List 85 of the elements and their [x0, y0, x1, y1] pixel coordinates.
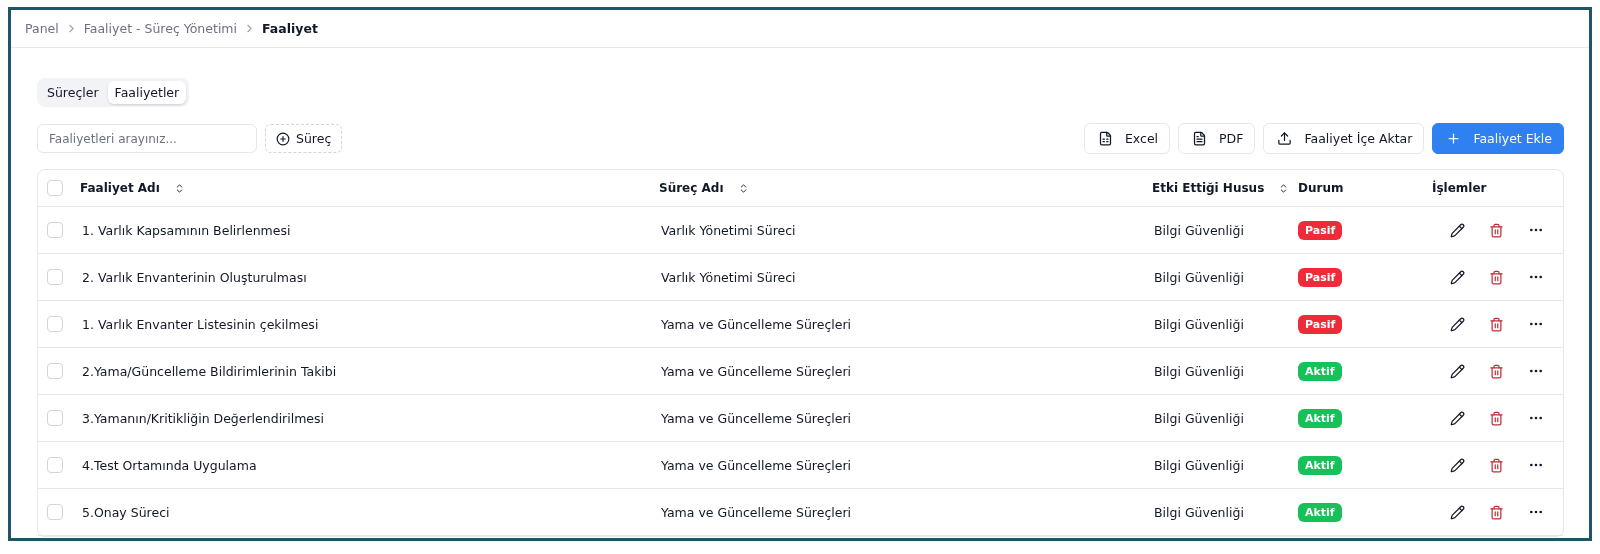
table-cell-text: 3.Yamanın/Kritikliğin Değerlendirilmesi: [81, 410, 326, 426]
edit-button[interactable]: [1450, 457, 1465, 473]
plus-icon: [1446, 131, 1462, 146]
table-cell-text: 4.Test Ortamında Uygulama: [81, 457, 258, 473]
table-cell-text: Bilgi Güvenliği: [1153, 457, 1245, 473]
document-file-icon: [1192, 131, 1208, 146]
table-cell-text: Bilgi Güvenliği: [1153, 222, 1245, 238]
checkbox[interactable]: [47, 504, 63, 520]
table-cell-text: Yama ve Güncelleme Süreçleri: [660, 410, 853, 426]
table-cell-text: Bilgi Güvenliği: [1153, 410, 1245, 426]
plus-circle-icon: [276, 131, 290, 146]
checkbox[interactable]: [47, 410, 63, 426]
tab[interactable]: Süreçler: [40, 81, 106, 104]
checkbox[interactable]: [47, 457, 63, 473]
checkbox[interactable]: [47, 222, 63, 238]
table-cell-text: Bilgi Güvenliği: [1153, 269, 1245, 285]
status-badge: Aktif: [1298, 455, 1342, 475]
filter-button[interactable]: Süreç: [265, 124, 343, 153]
pencil-icon: [1450, 363, 1465, 379]
column-header: Süreç Adı: [659, 181, 724, 195]
status-badge: Aktif: [1298, 361, 1342, 381]
checkbox[interactable]: [47, 269, 63, 285]
column-header: Durum: [1298, 181, 1344, 195]
upload-icon: [1277, 131, 1293, 146]
table-cell-text: Yama ve Güncelleme Süreçleri: [660, 316, 853, 332]
edit-button[interactable]: [1450, 504, 1465, 520]
breadcrumb-link[interactable]: Panel: [25, 21, 59, 36]
trash-icon: [1489, 222, 1504, 238]
pencil-icon: [1450, 222, 1465, 238]
breadcrumb-current: Faaliyet: [262, 21, 318, 36]
trash-icon: [1489, 457, 1504, 473]
table-cell-text: Bilgi Güvenliği: [1153, 504, 1245, 520]
delete-button[interactable]: [1489, 222, 1504, 238]
table-cell-text: 5.Onay Süreci: [81, 504, 171, 520]
table-cell-text: Yama ve Güncelleme Süreçleri: [660, 504, 853, 520]
table-cell-text: 1. Varlık Envanter Listesinin çekilmesi: [81, 316, 320, 332]
table-cell-text: Yama ve Güncelleme Süreçleri: [660, 457, 853, 473]
search-field[interactable]: Faaliyetleri arayınız...: [37, 124, 257, 153]
breadcrumb-link[interactable]: Faaliyet - Süreç Yönetimi: [83, 21, 237, 36]
table-cell-text: 2.Yama/Güncelleme Bildirimlerinin Takibi: [81, 363, 338, 379]
delete-button[interactable]: [1489, 410, 1504, 426]
trash-icon: [1489, 504, 1504, 520]
trash-icon: [1489, 269, 1504, 285]
pencil-icon: [1450, 504, 1465, 520]
status-badge: Aktif: [1298, 502, 1342, 522]
add-button[interactable]: Faaliyet Ekle: [1432, 123, 1564, 154]
checkbox[interactable]: [47, 363, 63, 379]
status-badge: Pasif: [1298, 267, 1343, 287]
pencil-icon: [1450, 316, 1465, 332]
table-cell-text: Bilgi Güvenliği: [1153, 363, 1245, 379]
trash-icon: [1489, 410, 1504, 426]
table-cell-text: Bilgi Güvenliği: [1153, 316, 1245, 332]
edit-button[interactable]: [1450, 316, 1465, 332]
status-badge: Pasif: [1298, 314, 1343, 334]
column-header: Faaliyet Adı: [80, 181, 160, 195]
spreadsheet-file-icon: [1097, 131, 1113, 146]
edit-button[interactable]: [1450, 363, 1465, 379]
checkbox[interactable]: [47, 180, 63, 196]
pencil-icon: [1450, 269, 1465, 285]
delete-button[interactable]: [1489, 504, 1504, 520]
edit-button[interactable]: [1450, 222, 1465, 238]
pdf-button[interactable]: PDF: [1178, 123, 1256, 154]
table-cell-text: Varlık Yönetimi Süreci: [660, 222, 797, 238]
delete-button[interactable]: [1489, 457, 1504, 473]
checkbox[interactable]: [47, 316, 63, 332]
delete-button[interactable]: [1489, 316, 1504, 332]
status-badge: Pasif: [1298, 220, 1343, 240]
xls-button[interactable]: Excel: [1083, 123, 1171, 154]
table-cell-text: Yama ve Güncelleme Süreçleri: [660, 363, 853, 379]
column-header: Etki Ettiği Husus: [1152, 181, 1265, 195]
pencil-icon: [1450, 410, 1465, 426]
edit-button[interactable]: [1450, 410, 1465, 426]
tab[interactable]: Faaliyetler: [107, 81, 187, 104]
table-cell-text: Varlık Yönetimi Süreci: [660, 269, 797, 285]
table-cell-text: 1. Varlık Kapsamının Belirlenmesi: [81, 222, 292, 238]
delete-button[interactable]: [1489, 269, 1504, 285]
pencil-icon: [1450, 457, 1465, 473]
delete-button[interactable]: [1489, 363, 1504, 379]
trash-icon: [1489, 363, 1504, 379]
import-button[interactable]: Faaliyet İçe Aktar: [1263, 123, 1425, 154]
trash-icon: [1489, 316, 1504, 332]
table-cell-text: 2. Varlık Envanterinin Oluşturulması: [81, 269, 308, 285]
edit-button[interactable]: [1450, 269, 1465, 285]
status-badge: Aktif: [1298, 408, 1342, 428]
column-header: İşlemler: [1432, 181, 1487, 195]
